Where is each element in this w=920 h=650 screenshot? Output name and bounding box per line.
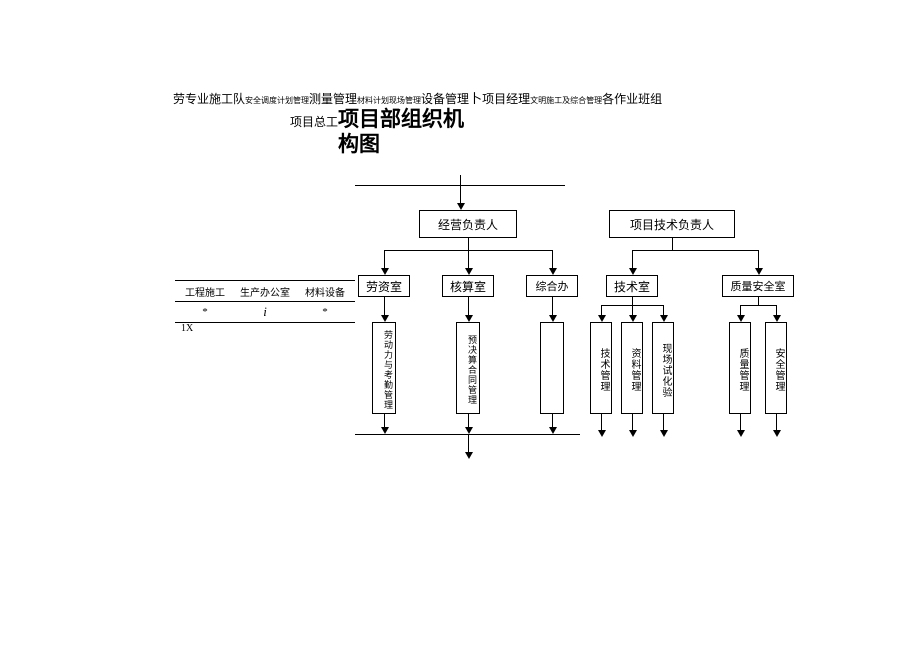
l2-jishu-a2 <box>629 315 637 322</box>
l1r-c1 <box>632 250 633 270</box>
l2-zl-a2 <box>773 315 781 322</box>
lbl-ziliao: 资料管理 <box>627 348 642 392</box>
l1l-a2 <box>465 268 473 275</box>
l1l-c3 <box>552 250 553 270</box>
l1l-down <box>468 238 469 250</box>
l2-zl-v <box>758 297 759 305</box>
l1l-a1 <box>381 268 389 275</box>
org-chart: 经营负责人 项目技术负责人 劳资室 核算室 综合办 技术室 质量安全室 <box>0 175 920 555</box>
hdr-t2: 专业施工队 <box>185 92 245 106</box>
box-jishu-fzr: 项目技术负责人 <box>609 210 735 238</box>
lbl-zhiliang: 质量管理 <box>735 348 750 392</box>
l2-laozi-a <box>381 315 389 322</box>
l2-jishu-v <box>632 297 633 305</box>
l2-zonghe-a <box>549 315 557 322</box>
l1r-a2 <box>755 268 763 275</box>
vbox-zhiliang: 质量管理 <box>729 322 751 414</box>
lbl-zhiliang-anquan: 质量安全室 <box>731 278 786 294</box>
box-laozi: 劳资室 <box>358 275 410 297</box>
l2-zonghe-v <box>552 297 553 317</box>
b-a2 <box>465 427 473 434</box>
hdr-t8: 项目经理 <box>482 92 530 106</box>
l1r-a1 <box>629 268 637 275</box>
br-a4 <box>737 430 745 437</box>
b-vfinal-left <box>468 434 469 454</box>
lbl-jishu-mgmt: 技术管理 <box>596 348 611 392</box>
l1r-down <box>672 238 673 250</box>
b-afinal-left <box>465 452 473 459</box>
l2-jishu-a1 <box>598 315 606 322</box>
lbl-xianchang: 现场试化验 <box>658 343 673 398</box>
br-a3 <box>660 430 668 437</box>
l1r-hbar <box>632 250 758 251</box>
hdr-t9: 文明施工及综合管理 <box>530 96 602 105</box>
top-vconn <box>460 175 461 185</box>
vbox-jishu-mgmt: 技术管理 <box>590 322 612 414</box>
lbl-jingying: 经营负责人 <box>438 216 498 233</box>
b-a1 <box>381 427 389 434</box>
vbox-ziliao: 资料管理 <box>621 322 643 414</box>
lbl-yujue: 预决算合同管理 <box>466 335 479 405</box>
vbox-xianchang: 现场试化验 <box>652 322 674 414</box>
lbl-hesuan: 核算室 <box>450 278 486 295</box>
l2-jishu-a3 <box>660 315 668 322</box>
l1l-a3 <box>549 268 557 275</box>
header-keywords: 劳专业施工队安全调度计划管理测量管理材料计划现场管理设备管理卜项目经理文明施工及… <box>173 88 860 107</box>
box-hesuan: 核算室 <box>442 275 494 297</box>
box-zhiliang-anquan: 质量安全室 <box>722 275 794 297</box>
title-main2: 构图 <box>338 128 380 158</box>
l2-laozi-v <box>384 297 385 317</box>
vbox-laodongli: 劳动力与考勤管理 <box>372 322 396 414</box>
vbox-yujue: 预决算合同管理 <box>456 322 480 414</box>
lbl-jishu-fzr: 项目技术负责人 <box>630 216 714 233</box>
lbl-laozi: 劳资室 <box>366 278 402 295</box>
br-a5 <box>773 430 781 437</box>
l2-zl-a1 <box>737 315 745 322</box>
b-a3 <box>549 427 557 434</box>
l2-hesuan-v <box>468 297 469 317</box>
box-zonghe: 综合办 <box>526 275 578 297</box>
br-a2 <box>629 430 637 437</box>
lbl-laodongli: 劳动力与考勤管理 <box>382 330 395 410</box>
vbox-empty <box>540 322 564 414</box>
hdr-t1: 劳 <box>173 92 185 106</box>
l1l-c2 <box>468 250 469 270</box>
box-jishu: 技术室 <box>606 275 658 297</box>
title-prefix: 项目总工 <box>290 115 338 129</box>
l1r-c2 <box>758 250 759 270</box>
l2-hesuan-a <box>465 315 473 322</box>
hdr-t10: 各作业班组 <box>602 92 662 106</box>
lbl-jishu: 技术室 <box>614 278 650 295</box>
vbox-anquan: 安全管理 <box>765 322 787 414</box>
lbl-zonghe: 综合办 <box>536 278 569 294</box>
br-a1 <box>598 430 606 437</box>
hdr-t7: 卜 <box>469 91 482 106</box>
lbl-anquan: 安全管理 <box>771 348 786 392</box>
l2-zl-h <box>740 305 776 306</box>
l1l-c1 <box>384 250 385 270</box>
box-jingying: 经营负责人 <box>419 210 517 238</box>
top-to-box <box>460 185 461 205</box>
